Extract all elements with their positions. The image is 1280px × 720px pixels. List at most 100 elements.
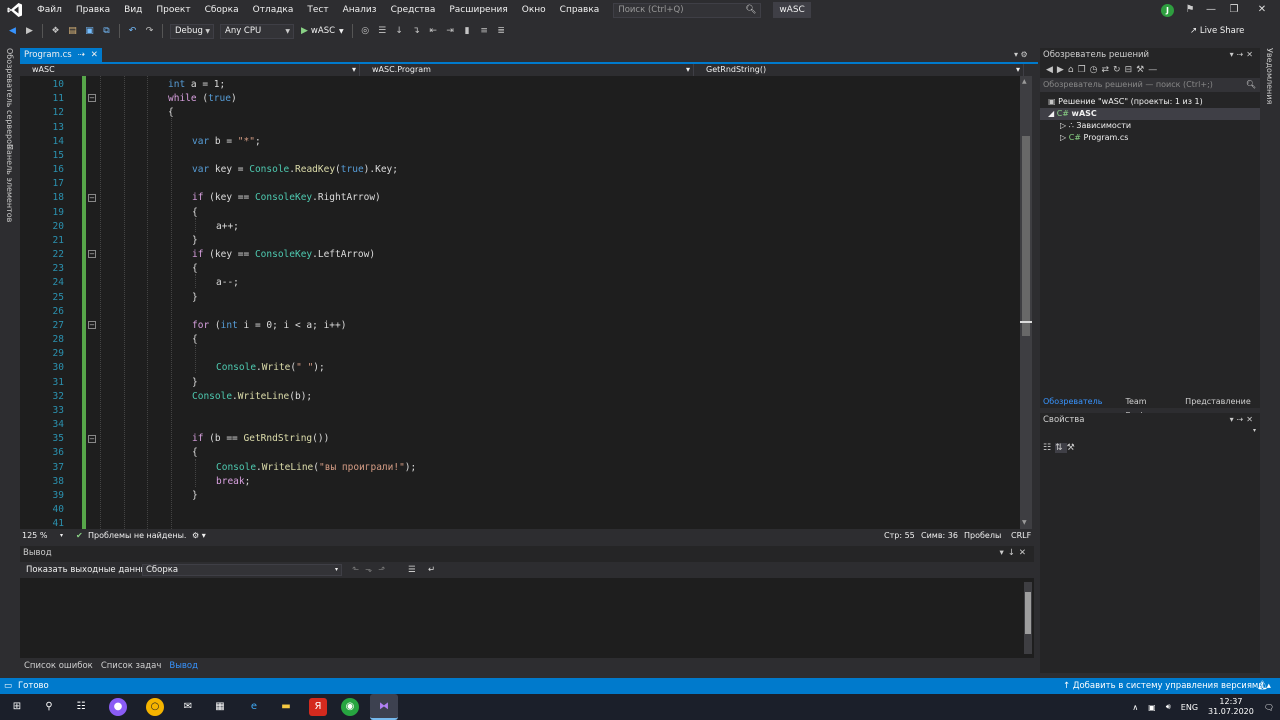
volume-icon[interactable]: 🔊︎ bbox=[1166, 702, 1171, 712]
task-view-icon[interactable]: ☷ bbox=[72, 698, 90, 716]
indent-icon[interactable]: ⇥ bbox=[443, 24, 458, 39]
tree-item-solution[interactable]: ▣ Решение "wASC" (проекты: 1 из 1) bbox=[1040, 96, 1260, 108]
chevron-up-icon[interactable]: ∧ bbox=[1132, 703, 1138, 712]
pane-controls-icon[interactable]: ▾⇢✕ bbox=[1230, 48, 1256, 62]
menu-edit[interactable]: Правка bbox=[69, 0, 117, 20]
configuration-select[interactable]: Debug ▼ bbox=[170, 23, 214, 39]
notifications-bell-icon[interactable]: 🔔︎ bbox=[1257, 678, 1268, 694]
scroll-down-icon[interactable]: ▼ bbox=[1022, 519, 1027, 526]
redo-icon[interactable]: ↷ bbox=[142, 24, 157, 39]
fold-toggle[interactable]: − bbox=[88, 250, 96, 258]
step-over-icon[interactable]: ↴ bbox=[409, 24, 424, 39]
column-position[interactable]: Симв: 36 bbox=[921, 529, 958, 543]
class-dropdown[interactable]: wASC.Program ▾ bbox=[360, 64, 694, 76]
scrollbar-thumb[interactable] bbox=[1025, 592, 1031, 634]
output-text-area[interactable] bbox=[20, 578, 1034, 658]
line-ending[interactable]: CRLF bbox=[1011, 529, 1031, 543]
output-source-select[interactable]: Сборка ▾ bbox=[142, 564, 342, 576]
project-dropdown[interactable]: wASC ▾ bbox=[20, 64, 360, 76]
menu-analyze[interactable]: Анализ bbox=[336, 0, 384, 20]
platform-select[interactable]: Any CPU ▼ bbox=[220, 23, 294, 39]
server-explorer-tab[interactable]: Обозреватель серверов bbox=[5, 48, 14, 149]
yandex-icon[interactable]: ○ bbox=[146, 698, 164, 716]
avatar[interactable]: J bbox=[1161, 4, 1174, 17]
forward-icon[interactable]: ▶ bbox=[1057, 65, 1068, 75]
tab-solution-explorer[interactable]: Обозреватель ре... bbox=[1040, 395, 1115, 420]
menu-build[interactable]: Сборка bbox=[198, 0, 246, 20]
restore-icon[interactable]: ❐ bbox=[1220, 0, 1248, 20]
save-icon[interactable]: ▣ bbox=[82, 24, 97, 39]
open-folder-icon[interactable]: ▤ bbox=[65, 24, 80, 39]
mail-icon[interactable]: ✉ bbox=[179, 698, 197, 716]
wrench-icon[interactable]: ⚒ bbox=[1067, 443, 1079, 453]
tab-team-explorer[interactable]: Team Explorer bbox=[1115, 395, 1185, 420]
wrench-icon[interactable]: ⚒ bbox=[1136, 65, 1148, 75]
fold-toggle[interactable]: − bbox=[88, 435, 96, 443]
tab-class-view[interactable]: Представление кл... bbox=[1185, 395, 1260, 420]
save-all-icon[interactable]: ⧉ bbox=[99, 24, 114, 39]
scroll-up-icon[interactable]: ▲ bbox=[1022, 78, 1027, 85]
outdent-icon[interactable]: ⇤ bbox=[426, 24, 441, 39]
tab-program-cs[interactable]: Program.cs ⇢ ✕ bbox=[20, 48, 102, 62]
switch-views-icon[interactable]: ❐ bbox=[1078, 65, 1090, 75]
properties-object-select[interactable]: ▾ bbox=[1040, 427, 1260, 443]
yandex-browser-icon[interactable]: Я bbox=[309, 698, 327, 716]
live-share-button[interactable]: ↗ Live Share bbox=[1190, 26, 1244, 36]
step-into-icon[interactable]: ↓ bbox=[392, 24, 407, 39]
back-icon[interactable]: ◀ bbox=[1046, 65, 1057, 75]
sync-icon[interactable]: ⇄ bbox=[1102, 65, 1114, 75]
bookmark-icon[interactable]: ▮ bbox=[460, 24, 475, 39]
network-icon[interactable]: ▣ bbox=[1148, 703, 1156, 712]
tab-output[interactable]: Вывод bbox=[165, 659, 202, 673]
menu-test[interactable]: Тест bbox=[300, 0, 335, 20]
tree-item-project[interactable]: ◢ C# wASC bbox=[1040, 108, 1260, 120]
line-position[interactable]: Стр: 55 bbox=[884, 529, 915, 543]
comment-icon[interactable]: ≡ bbox=[477, 24, 492, 39]
refresh-icon[interactable]: ↻ bbox=[1113, 65, 1125, 75]
alphabetical-icon[interactable]: ⇅ bbox=[1055, 443, 1067, 453]
menu-project[interactable]: Проект bbox=[149, 0, 197, 20]
search-input[interactable]: Поиск (Ctrl+Q) 🔍︎ bbox=[613, 2, 762, 18]
chevron-down-icon[interactable]: ▾ bbox=[60, 529, 63, 543]
windows-start-icon[interactable]: ⊞ bbox=[8, 698, 26, 716]
clock[interactable]: 12:37 31.07.2020 bbox=[1208, 697, 1254, 717]
start-debugging-button[interactable]: ▶ wASC ▼ bbox=[301, 26, 344, 36]
language-indicator[interactable]: ENG bbox=[1181, 703, 1198, 712]
visual-studio-logo-icon[interactable] bbox=[0, 0, 30, 20]
undo-icon[interactable]: ↶ bbox=[125, 24, 140, 39]
tree-item-dependencies[interactable]: ▷ ∴ Зависимости bbox=[1040, 120, 1260, 132]
pin-icon[interactable]: ⇢ bbox=[78, 48, 85, 62]
alice-icon[interactable]: ● bbox=[109, 698, 127, 716]
new-project-icon[interactable]: ❖ bbox=[48, 24, 63, 39]
output-scrollbar[interactable] bbox=[1024, 582, 1032, 654]
source-control-button[interactable]: ↑ Добавить в систему управления версиями… bbox=[1063, 678, 1271, 694]
collapse-all-icon[interactable]: ⊟ bbox=[1125, 65, 1137, 75]
close-tab-icon[interactable]: ✕ bbox=[91, 48, 98, 62]
member-dropdown[interactable]: GetRndString() ▾ bbox=[694, 64, 1024, 76]
notifications-tab[interactable]: Уведомления bbox=[1265, 48, 1274, 104]
close-icon[interactable]: ✕ bbox=[1248, 0, 1276, 20]
code-editor[interactable]: 10 11 12 13 14 15 16 17 18 19 20 21 22 23 24 25 26 27 28 29… bbox=[20, 76, 1020, 529]
tab-error-list[interactable]: Список ошибок bbox=[20, 659, 97, 673]
file-explorer-icon[interactable]: ▬ bbox=[277, 698, 295, 716]
tree-item-program-cs[interactable]: ▷ C# Program.cs bbox=[1040, 132, 1260, 144]
categorized-icon[interactable]: ☷ bbox=[1043, 443, 1055, 453]
forward-icon[interactable]: ▶ bbox=[22, 24, 37, 39]
menu-view[interactable]: Вид bbox=[117, 0, 149, 20]
search-icon[interactable]: ⚲ bbox=[40, 698, 58, 716]
tab-overflow-icon[interactable]: ▾ ⚙ bbox=[1014, 48, 1038, 62]
menu-window[interactable]: Окно bbox=[515, 0, 553, 20]
clear-all-icon[interactable]: ☰ bbox=[408, 562, 416, 578]
menu-file[interactable]: Файл bbox=[30, 0, 69, 20]
home-icon[interactable]: ⌂ bbox=[1068, 65, 1078, 75]
store-icon[interactable]: ▦ bbox=[211, 698, 229, 716]
visual-studio-taskbar-icon[interactable]: ⧓ bbox=[370, 694, 398, 720]
scrollbar-thumb[interactable] bbox=[1022, 136, 1030, 336]
toolbox-tab[interactable]: Панель элементов bbox=[5, 144, 14, 222]
word-wrap-icon[interactable]: ↵ bbox=[428, 562, 435, 578]
edge-icon[interactable]: e bbox=[245, 698, 263, 716]
fold-toggle[interactable]: − bbox=[88, 321, 96, 329]
output-nav-icons[interactable]: ⬑⬎⬏ bbox=[352, 562, 391, 578]
chrome-icon[interactable]: ◉ bbox=[341, 698, 359, 716]
history-icon[interactable]: ◷ bbox=[1090, 65, 1102, 75]
